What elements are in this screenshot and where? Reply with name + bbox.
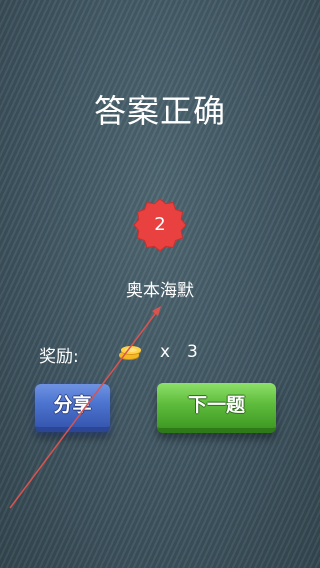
next-question-button[interactable]: 下一题	[157, 383, 276, 433]
answer-text: 奥本海默	[126, 281, 194, 301]
result-title: 答案正确	[93, 92, 226, 130]
share-button[interactable]: 分享	[35, 384, 110, 432]
reward-multiplier: x	[160, 342, 171, 362]
reward-label: 奖励:	[39, 347, 79, 367]
reward-count: 3	[187, 342, 198, 362]
level-number: 2	[154, 214, 166, 235]
coin-stack-icon	[119, 346, 141, 360]
level-badge: 2	[133, 198, 187, 252]
